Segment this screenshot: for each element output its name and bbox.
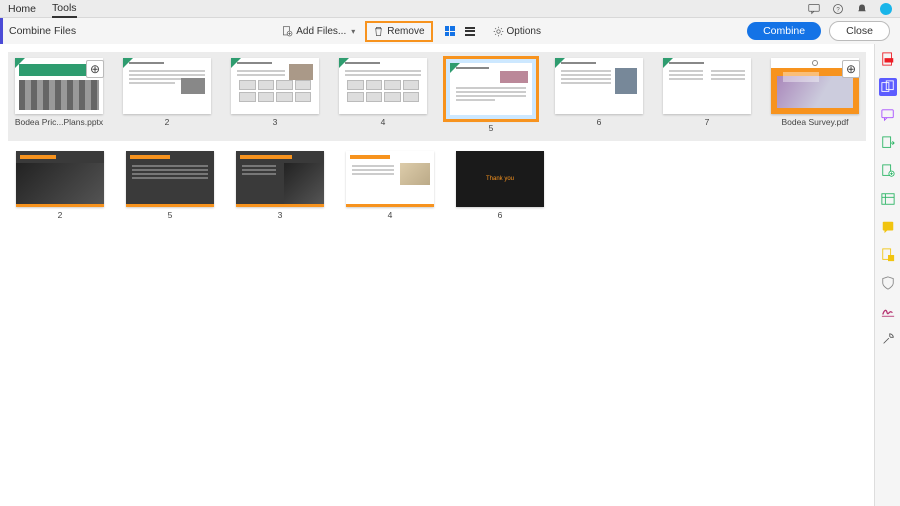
thumbnail-item[interactable]: ⊕ Bodea Survey.pdf [768,58,862,133]
thumbnail-item[interactable]: 6 [552,58,646,133]
spreadsheet-icon[interactable] [879,190,897,208]
export-icon[interactable] [879,134,897,152]
chat-icon[interactable] [879,106,897,124]
loose-slides-row: 2 5 3 [8,149,866,222]
thumb-label: 3 [278,210,283,220]
help-icon[interactable]: ? [832,3,844,15]
remove-button[interactable]: Remove [365,21,432,42]
chevron-down-icon: ▾ [351,27,355,36]
tab-home[interactable]: Home [8,1,36,17]
tools-rail [874,44,900,506]
stamp-icon[interactable] [879,246,897,264]
add-files-button[interactable]: Add Files... ▾ [276,23,361,40]
thumb-label: Bodea Survey.pdf [782,117,849,127]
options-button[interactable]: Options [487,23,547,40]
thumbnail-item[interactable]: ⊕ Bodea Pric...Plans.pptx [12,58,106,133]
top-nav: Home Tools ? [0,0,900,18]
thumb-label: 4 [388,210,393,220]
thumb-label: Bodea Pric...Plans.pptx [15,117,103,127]
thumb-label: 7 [705,117,710,127]
shield-icon[interactable] [879,274,897,292]
combine-files-icon[interactable] [879,78,897,96]
close-button[interactable]: Close [829,21,890,41]
tool-toolbar: Combine Files Add Files... ▾ Remove Opti… [0,18,900,44]
options-label: Options [507,26,541,37]
grid-icon [445,26,455,36]
thumb-label: 5 [168,210,173,220]
thumb-label: 2 [165,117,170,127]
thumbnail-item-selected[interactable]: 5 [444,58,538,133]
file-group-row: ⊕ Bodea Pric...Plans.pptx 2 [8,52,866,141]
expand-button[interactable]: ⊕ [86,60,104,78]
top-nav-icons: ? [808,3,892,15]
thumb-label: 2 [58,210,63,220]
thumbnail-item[interactable]: 7 [660,58,754,133]
tool-icon[interactable] [879,330,897,348]
thumb-label: 5 [489,123,494,133]
bell-icon[interactable] [856,3,868,15]
list-view-button[interactable] [463,24,477,38]
thank-you-text: Thank you [456,176,544,182]
top-nav-tabs: Home Tools [8,0,77,17]
add-files-label: Add Files... [296,26,346,37]
pdf-icon[interactable] [879,50,897,68]
thumb-label: 6 [498,210,503,220]
tab-tools[interactable]: Tools [52,0,77,18]
thumbnail-item[interactable]: 5 [122,151,218,220]
sign-icon[interactable] [879,302,897,320]
combine-button[interactable]: Combine [747,22,821,40]
thumbnail-item[interactable]: 3 [228,58,322,133]
thumb-label: 6 [597,117,602,127]
note-icon[interactable] [879,218,897,236]
thumbnail-item[interactable]: 2 [120,58,214,133]
thumbnail-canvas: ⊕ Bodea Pric...Plans.pptx 2 [0,44,874,506]
thumb-label: 4 [381,117,386,127]
edit-icon[interactable] [879,162,897,180]
thumb-label: 3 [273,117,278,127]
page-title: Combine Files [9,25,76,37]
list-icon [465,27,475,36]
thumbnail-item[interactable]: 4 [336,58,430,133]
avatar[interactable] [880,3,892,15]
comment-icon[interactable] [808,3,820,15]
thumbnail-item[interactable]: 3 [232,151,328,220]
thumbnail-item[interactable]: 4 [342,151,438,220]
thumbnail-item[interactable]: Thank you 6 [452,151,548,220]
remove-label: Remove [387,26,424,37]
thumbnail-item[interactable]: 2 [12,151,108,220]
svg-text:?: ? [836,7,840,13]
expand-button[interactable]: ⊕ [842,60,860,78]
grid-view-button[interactable] [443,24,457,38]
